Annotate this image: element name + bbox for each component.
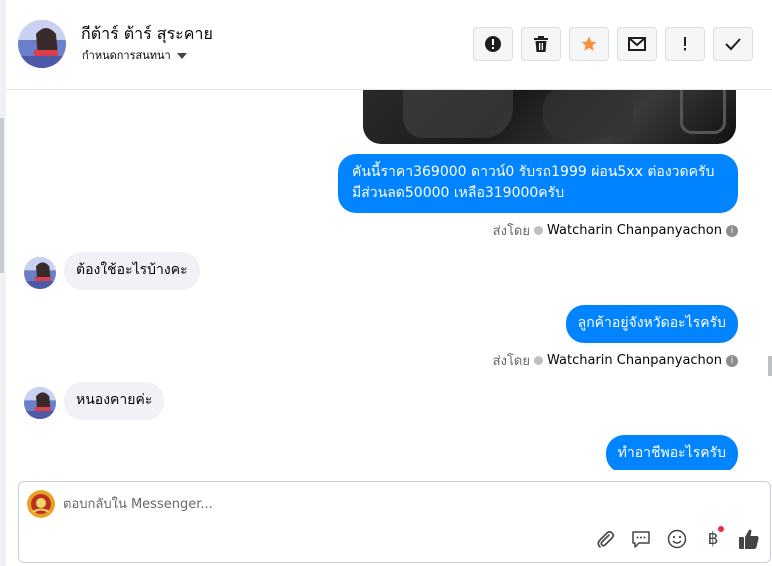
sent-by-label: ส่งโดย Watcharin Chanpanyachon i — [493, 350, 738, 371]
outgoing-message[interactable]: ทำอาชีพอะไรครับ — [605, 435, 738, 470]
right-scrollbar[interactable] — [768, 356, 772, 376]
mail-icon — [628, 37, 646, 51]
thumbs-up-icon — [739, 529, 759, 549]
reply-composer: ฿ — [18, 481, 771, 563]
delete-button[interactable] — [521, 27, 561, 61]
attach-file-button[interactable] — [594, 528, 616, 550]
sent-by-label: ส่งโดย Watcharin Chanpanyachon i — [493, 220, 738, 241]
contact-avatar-small[interactable] — [24, 257, 56, 289]
contact-avatar-small[interactable] — [24, 387, 56, 419]
conversation-settings-label: กำหนดการสนทนา — [82, 49, 171, 62]
sent-by-prefix: ส่งโดย — [492, 224, 530, 239]
message-text-line: มีส่วนลด50000 เหลือ319000ครับ — [352, 185, 565, 201]
incoming-message[interactable]: ต้องใช้อะไรบ้างคะ — [64, 252, 200, 290]
header-toolbar — [473, 27, 753, 61]
info-icon[interactable]: i — [726, 224, 738, 237]
chevron-down-icon — [176, 52, 187, 59]
star-icon — [581, 36, 597, 51]
photo-seat-shape — [403, 90, 513, 138]
quick-reply-icon — [632, 531, 650, 548]
attachment-icon — [597, 530, 615, 548]
sent-by-prefix: ส่งโดย — [492, 354, 530, 369]
like-button[interactable] — [738, 528, 760, 550]
mark-spam-button[interactable] — [473, 27, 513, 61]
emoji-button[interactable] — [666, 528, 688, 550]
contact-name: กีต้าร์ ต้าร์ สุระคาย — [81, 24, 213, 43]
emoji-icon — [667, 529, 687, 549]
contact-avatar[interactable] — [18, 20, 66, 68]
reply-input[interactable] — [63, 494, 663, 514]
alert-icon — [485, 36, 501, 52]
status-dot-icon — [534, 226, 543, 235]
payment-button[interactable]: ฿ — [702, 526, 724, 550]
follow-up-button[interactable] — [665, 27, 705, 61]
star-button[interactable] — [569, 27, 609, 61]
notification-dot — [718, 526, 724, 532]
message-text-line: คันนี้ราคา369000 ดาวน์0 รับรถ1999 ผ่อน5x… — [352, 164, 715, 180]
status-dot-icon — [534, 356, 543, 365]
info-icon[interactable]: i — [726, 354, 738, 367]
shared-photo[interactable] — [363, 90, 736, 144]
messenger-window: กีต้าร์ ต้าร์ สุระคาย กำหนดการสนทนา คันน… — [0, 0, 772, 566]
sender-name[interactable]: Watcharin Chanpanyachon — [547, 353, 722, 368]
composer-actions: ฿ — [594, 526, 760, 550]
conversation-settings-dropdown[interactable]: กำหนดการสนทนา — [82, 46, 187, 64]
outgoing-message[interactable]: คันนี้ราคา369000 ดาวน์0 รับรถ1999 ผ่อน5x… — [338, 154, 738, 213]
incoming-message[interactable]: หนองคายค่ะ — [64, 382, 165, 420]
saved-replies-button[interactable] — [630, 528, 652, 550]
sender-name[interactable]: Watcharin Chanpanyachon — [547, 223, 722, 238]
mark-unread-button[interactable] — [617, 27, 657, 61]
left-scrollbar[interactable] — [0, 118, 4, 273]
checkmark-icon — [725, 38, 741, 51]
page-avatar — [27, 490, 55, 518]
mark-done-button[interactable] — [713, 27, 753, 61]
photo-seat-shape — [543, 90, 633, 138]
outgoing-message[interactable]: ลูกค้าอยู่จังหวัดอะไรครับ — [565, 305, 738, 343]
baht-icon: ฿ — [707, 529, 719, 549]
photo-wheel-shape — [680, 90, 726, 134]
trash-icon — [534, 36, 548, 52]
message-thread[interactable]: คันนี้ราคา369000 ดาวน์0 รับรถ1999 ผ่อน5x… — [6, 90, 760, 470]
exclamation-icon — [684, 37, 686, 51]
conversation-header: กีต้าร์ ต้าร์ สุระคาย กำหนดการสนทนา — [6, 0, 772, 90]
